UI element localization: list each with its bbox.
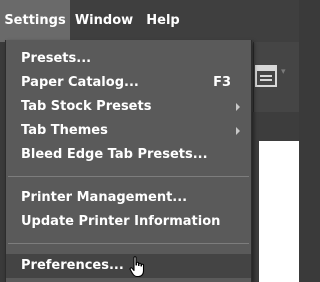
page-preview <box>259 141 299 282</box>
menu-item-label: Preferences... <box>21 258 124 273</box>
menu-separator <box>8 176 249 177</box>
menu-item-label: Paper Catalog... <box>21 75 139 90</box>
menu-item-label: Tab Stock Presets <box>21 99 152 114</box>
menu-item-tab-themes[interactable]: Tab Themes <box>6 119 251 143</box>
submenu-arrow-icon <box>236 127 240 135</box>
menu-item-label: Bleed Edge Tab Presets... <box>21 147 208 162</box>
menu-window[interactable]: Window <box>70 0 138 42</box>
menu-settings[interactable]: Settings <box>0 0 70 42</box>
toolbar-separator <box>253 42 254 112</box>
menu-item-paper-catalog[interactable]: Paper Catalog... F3 <box>6 71 251 95</box>
hand-cursor-icon <box>129 256 145 278</box>
dropdown-arrow-icon[interactable]: ▾ <box>281 67 286 77</box>
menu-item-presets[interactable]: Presets... <box>6 47 251 71</box>
menu-item-label: Printer Management... <box>21 190 188 205</box>
menu-help[interactable]: Help <box>138 0 188 42</box>
menu-bar: Settings Window Help <box>0 0 299 42</box>
menu-separator <box>8 243 249 244</box>
menu-item-label: Update Printer Information <box>21 214 221 229</box>
menu-item-label: Tab Themes <box>21 123 108 138</box>
menu-item-update-printer-information[interactable]: Update Printer Information <box>6 210 251 234</box>
submenu-arrow-icon <box>236 103 240 111</box>
shortcut-label: F3 <box>213 75 231 90</box>
menu-item-bleed-edge-tab-presets[interactable]: Bleed Edge Tab Presets... <box>6 143 251 167</box>
menu-item-label: Presets... <box>21 51 92 66</box>
page-layout-icon[interactable] <box>255 65 277 87</box>
menu-item-tab-stock-presets[interactable]: Tab Stock Presets <box>6 95 251 119</box>
menu-item-printer-management[interactable]: Printer Management... <box>6 186 251 210</box>
settings-menu: Presets... Paper Catalog... F3 Tab Stock… <box>5 40 252 282</box>
